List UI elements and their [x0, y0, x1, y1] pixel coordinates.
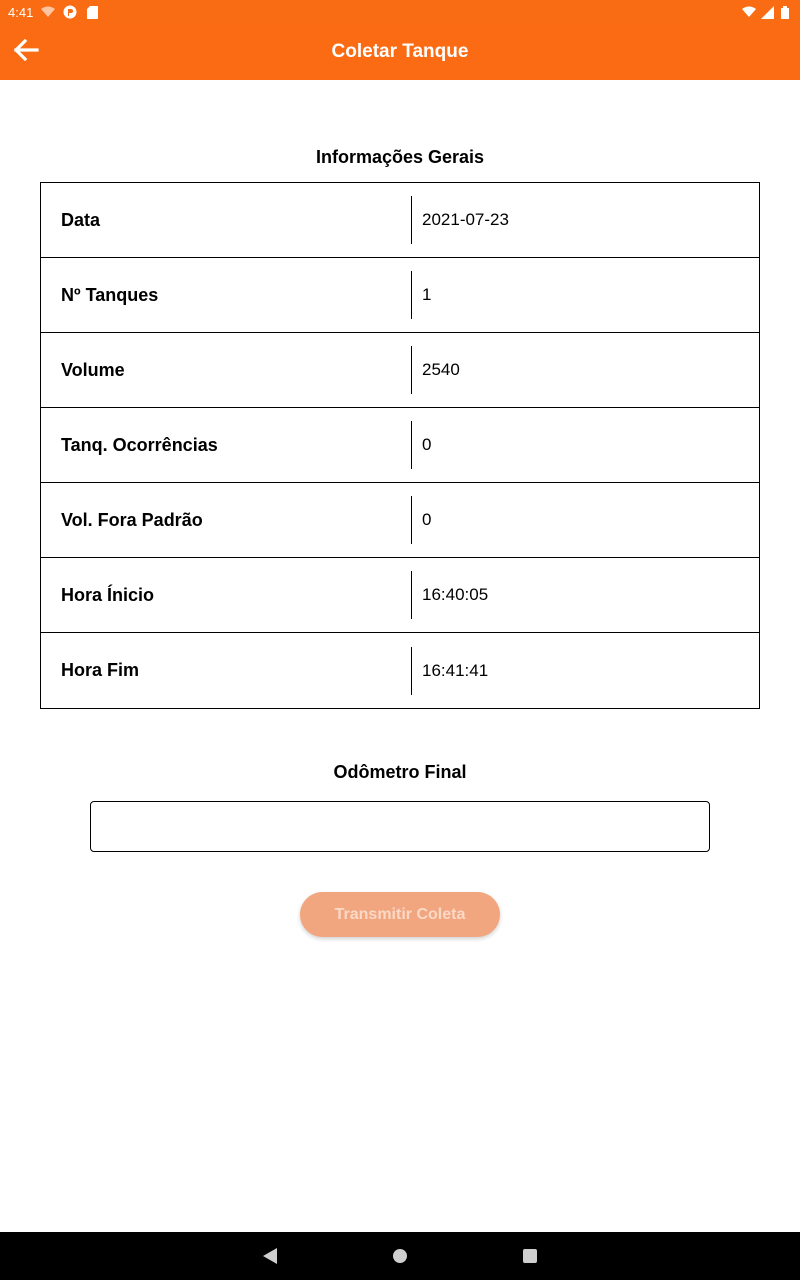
info-row-fora-padrao: Vol. Fora Padrão 0 — [41, 483, 759, 558]
info-value: 2021-07-23 — [422, 210, 509, 229]
status-time: 4:41 — [8, 4, 34, 20]
general-info-table: Data 2021-07-23 Nº Tanques 1 Volume 2540… — [40, 182, 760, 709]
wifi-icon — [742, 5, 756, 19]
info-row-data: Data 2021-07-23 — [41, 183, 759, 258]
info-label: Tanq. Ocorrências — [61, 434, 218, 455]
info-row-hora-inicio: Hora Ínicio 16:40:05 — [41, 558, 759, 633]
info-value: 2540 — [422, 360, 460, 379]
sd-card-icon — [85, 5, 99, 19]
info-value: 16:41:41 — [422, 660, 489, 680]
home-circle-icon[interactable] — [390, 1246, 410, 1266]
info-value: 0 — [422, 435, 432, 454]
app-bar: Coletar Tanque — [0, 24, 800, 80]
info-label: Nº Tanques — [61, 284, 159, 305]
info-value: 0 — [422, 510, 432, 529]
battery-icon — [778, 5, 792, 19]
app-icon — [63, 5, 77, 19]
info-row-volume: Volume 2540 — [41, 333, 759, 408]
system-nav-bar — [0, 1232, 800, 1280]
info-value: 16:40:05 — [422, 585, 489, 604]
general-info-title: Informações Gerais — [315, 147, 485, 167]
wifi-off-icon — [41, 5, 56, 19]
signal-icon — [760, 5, 774, 19]
info-row-hora-fim: Hora Fim 16:41:41 — [41, 633, 759, 708]
info-label: Data — [61, 209, 101, 230]
back-button[interactable] — [8, 34, 44, 70]
arrow-left-icon — [13, 38, 39, 66]
odometer-input[interactable] — [90, 801, 710, 852]
info-row-tanques: Nº Tanques 1 — [41, 258, 759, 333]
info-label: Hora Fim — [61, 660, 140, 680]
info-row-ocorrencias: Tanq. Ocorrências 0 — [41, 408, 759, 483]
recents-square-icon[interactable] — [520, 1246, 540, 1266]
status-bar: 4:41 — [0, 0, 800, 24]
page-title: Coletar Tanque — [331, 41, 469, 62]
odometer-title: Odômetro Final — [333, 762, 467, 782]
transmit-button[interactable]: Transmitir Coleta — [300, 892, 500, 937]
back-triangle-icon[interactable] — [260, 1246, 280, 1266]
info-value: 1 — [422, 285, 432, 304]
info-label: Hora Ínicio — [61, 584, 155, 605]
info-label: Vol. Fora Padrão — [61, 509, 203, 530]
info-label: Volume — [61, 359, 125, 380]
